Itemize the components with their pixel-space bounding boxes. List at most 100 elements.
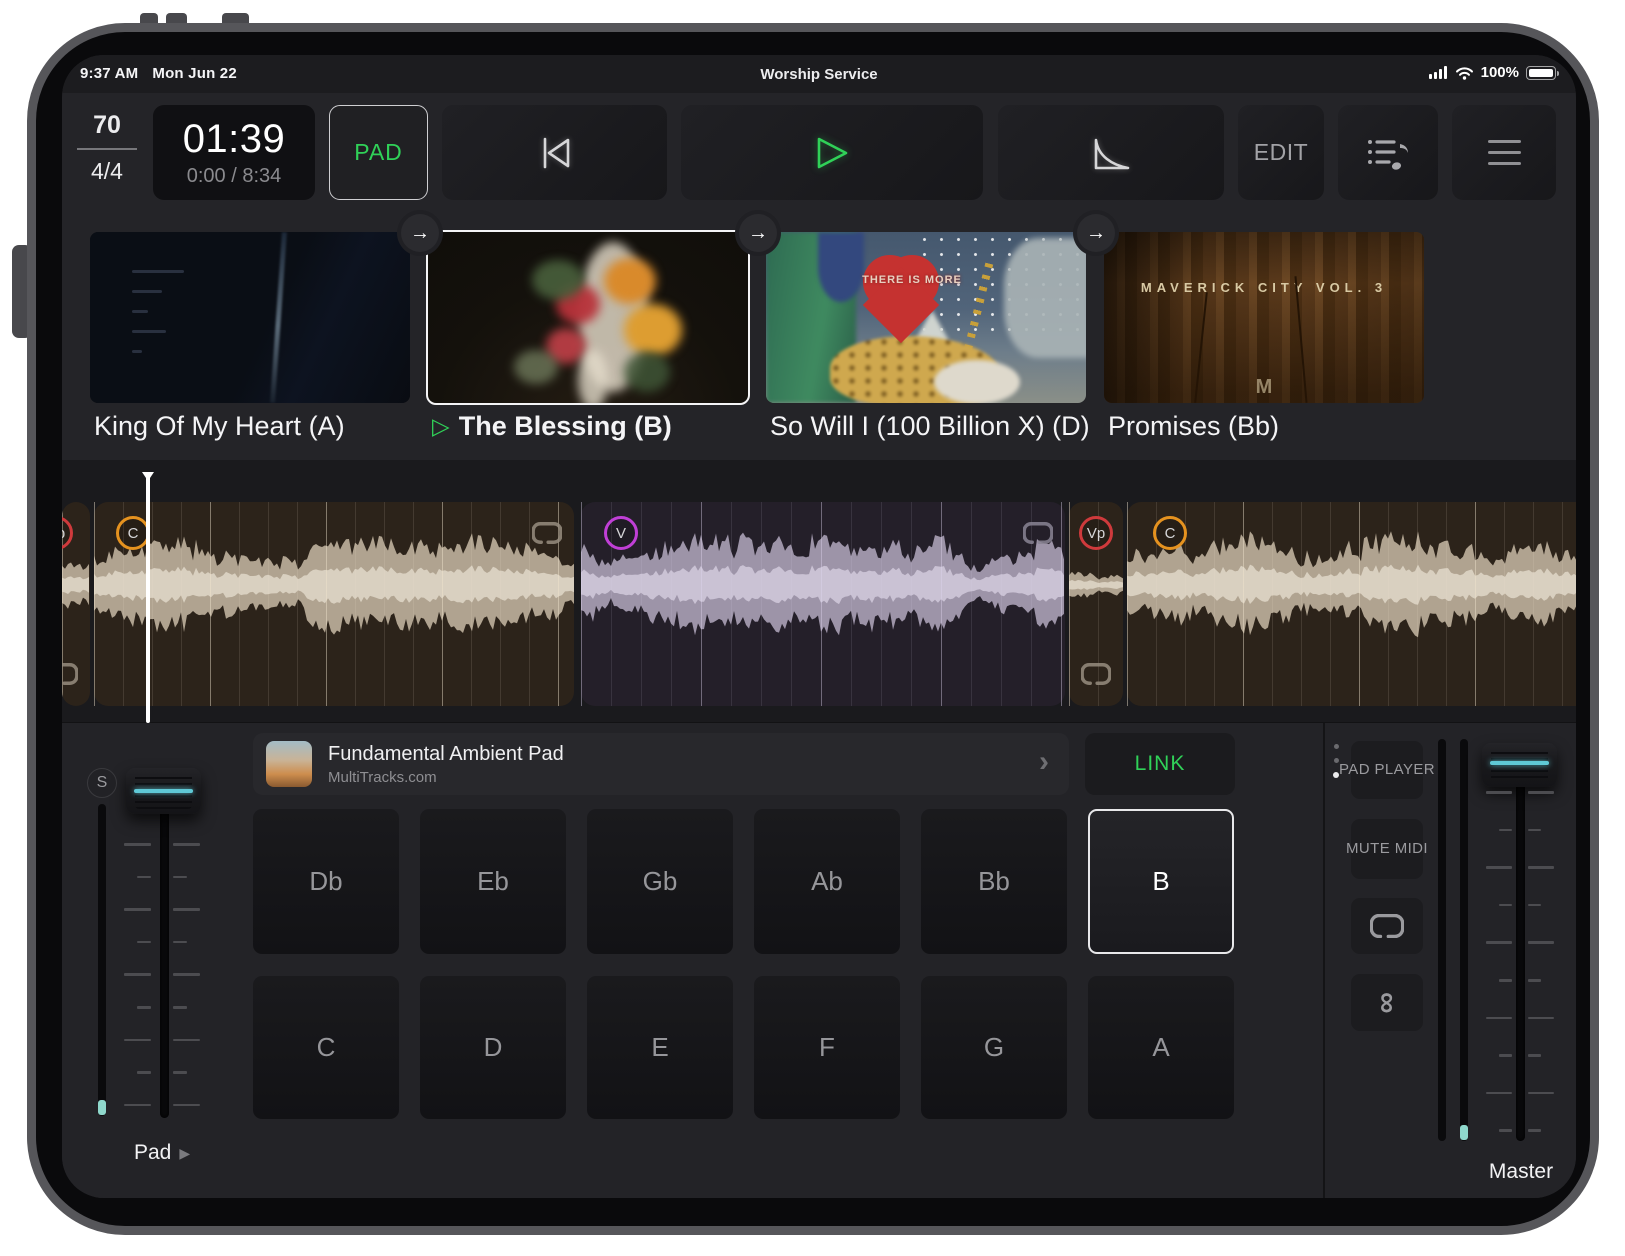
key-pad-label: F [819,1032,835,1063]
master-meter-left [1438,739,1446,1141]
pad-fader-handle[interactable] [126,768,201,814]
key-pad[interactable]: B [1088,809,1234,954]
song-title[interactable]: ▷ The Blessing (B) [432,411,672,442]
key-pad[interactable]: Eb [420,809,566,954]
key-pad[interactable]: D [420,976,566,1119]
advance-arrow-icon[interactable]: → [739,214,777,252]
fader-tick [124,1039,151,1042]
fader-tick [124,1104,151,1107]
pad-toggle-button[interactable]: PAD [329,105,428,200]
song-card[interactable]: THERE IS MORE [766,232,1086,403]
wifi-icon [1455,66,1474,80]
menu-button[interactable] [1452,105,1556,200]
art-text-line [132,310,148,313]
now-playing-icon: ▷ [432,413,450,440]
playhead[interactable] [146,473,150,723]
fader-tick [173,1071,187,1074]
tempo-divider [77,148,137,150]
section-loop-icon[interactable] [1081,663,1111,690]
key-pad[interactable]: G [921,976,1067,1119]
song-section[interactable]: Vp [1069,502,1123,706]
album-art [428,232,748,403]
solo-label: S [97,774,108,792]
elapsed-time: 01:39 [183,117,286,162]
pad-source-row[interactable]: Fundamental Ambient Pad MultiTracks.com … [253,733,1069,795]
song-title-text: The Blessing (B) [459,411,672,442]
infinite-loop-button[interactable]: ∞ [1351,974,1423,1031]
key-pad-label: Gb [643,866,678,897]
song-title[interactable]: Promises (Bb) [1108,411,1279,442]
key-pad[interactable]: F [754,976,900,1119]
song-position: 0:00 / 8:34 [187,165,282,188]
beat-gridlines [581,502,1065,706]
key-pad[interactable]: Ab [754,809,900,954]
beat-gridlines [1127,502,1576,706]
section-loop-icon[interactable] [62,663,78,690]
section-loop-icon[interactable] [532,522,562,549]
art-text-line [132,350,142,353]
mute-midi-label: MUTE MIDI [1346,839,1428,859]
edit-label: EDIT [1254,139,1308,166]
key-pad-label: B [1152,866,1169,897]
cellular-signal-icon [1429,66,1448,79]
key-pad[interactable]: A [1088,976,1234,1119]
section-badge[interactable]: Vp [1079,516,1113,550]
song-title[interactable]: King Of My Heart (A) [94,411,345,442]
section-loop-icon[interactable] [1023,522,1053,549]
key-pad[interactable]: Gb [587,809,733,954]
key-pad-label: D [484,1032,503,1063]
section-badge[interactable]: C [116,516,150,550]
fader-tick [1528,1129,1541,1132]
time-display[interactable]: 01:39 0:00 / 8:34 [153,105,315,200]
section-label: V [616,525,626,542]
advance-arrow-icon[interactable]: → [401,214,439,252]
key-pad[interactable]: E [587,976,733,1119]
song-card[interactable] [428,232,748,403]
play-button[interactable] [681,105,983,200]
album-art: THERE IS MORE [766,232,1086,403]
fader-tick [1528,941,1554,944]
song-section[interactable]: Vp [62,502,90,706]
key-pad-label: G [984,1032,1004,1063]
fader-tick [1499,1129,1512,1132]
song-section[interactable]: C [1127,502,1576,706]
master-fader-track[interactable] [1516,743,1525,1141]
fade-button[interactable] [998,105,1224,200]
link-button[interactable]: LINK [1085,733,1235,795]
tempo-display[interactable]: 70 4/4 [75,111,139,185]
advance-arrow-icon[interactable]: → [1077,214,1115,252]
section-badge[interactable]: V [604,516,638,550]
song-card[interactable] [90,232,410,403]
section-badge[interactable]: C [1153,516,1187,550]
setlist-button[interactable] [1338,105,1438,200]
fader-tick [1486,1017,1512,1020]
pad-fader-track[interactable] [160,769,169,1118]
panel-divider [1323,723,1325,1198]
fader-tick [124,843,151,846]
song-title[interactable]: So Will I (100 Billion X) (D) [770,411,1090,442]
mute-midi-button[interactable]: MUTE MIDI [1351,819,1423,879]
fader-tick [1528,829,1541,832]
pad-source: MultiTracks.com [328,769,564,786]
edit-button[interactable]: EDIT [1238,105,1324,200]
key-pad-label: Eb [477,866,509,897]
art-album-title: MAVERICK CITY VOL. 3 [1104,280,1424,295]
art-light-streak [270,232,287,403]
key-pad[interactable]: Db [253,809,399,954]
fader-tick [1528,1092,1554,1095]
pad-player-mode-button[interactable]: PAD PLAYER [1351,741,1423,799]
skip-back-button[interactable] [442,105,667,200]
master-fader-handle[interactable] [1482,743,1557,787]
key-pad-label: A [1152,1032,1169,1063]
solo-button[interactable]: S [87,768,117,798]
song-card[interactable]: MAVERICK CITY VOL. 3M [1104,232,1424,403]
loop-button[interactable] [1351,898,1423,954]
key-pad[interactable]: C [253,976,399,1119]
time-signature: 4/4 [75,158,139,185]
art-flower-blob [624,304,682,356]
key-pad[interactable]: Bb [921,809,1067,954]
key-pad-label: Db [309,866,342,897]
song-section[interactable]: C [94,502,574,706]
song-section[interactable]: V [581,502,1065,706]
chevron-right-icon: › [1039,745,1049,779]
